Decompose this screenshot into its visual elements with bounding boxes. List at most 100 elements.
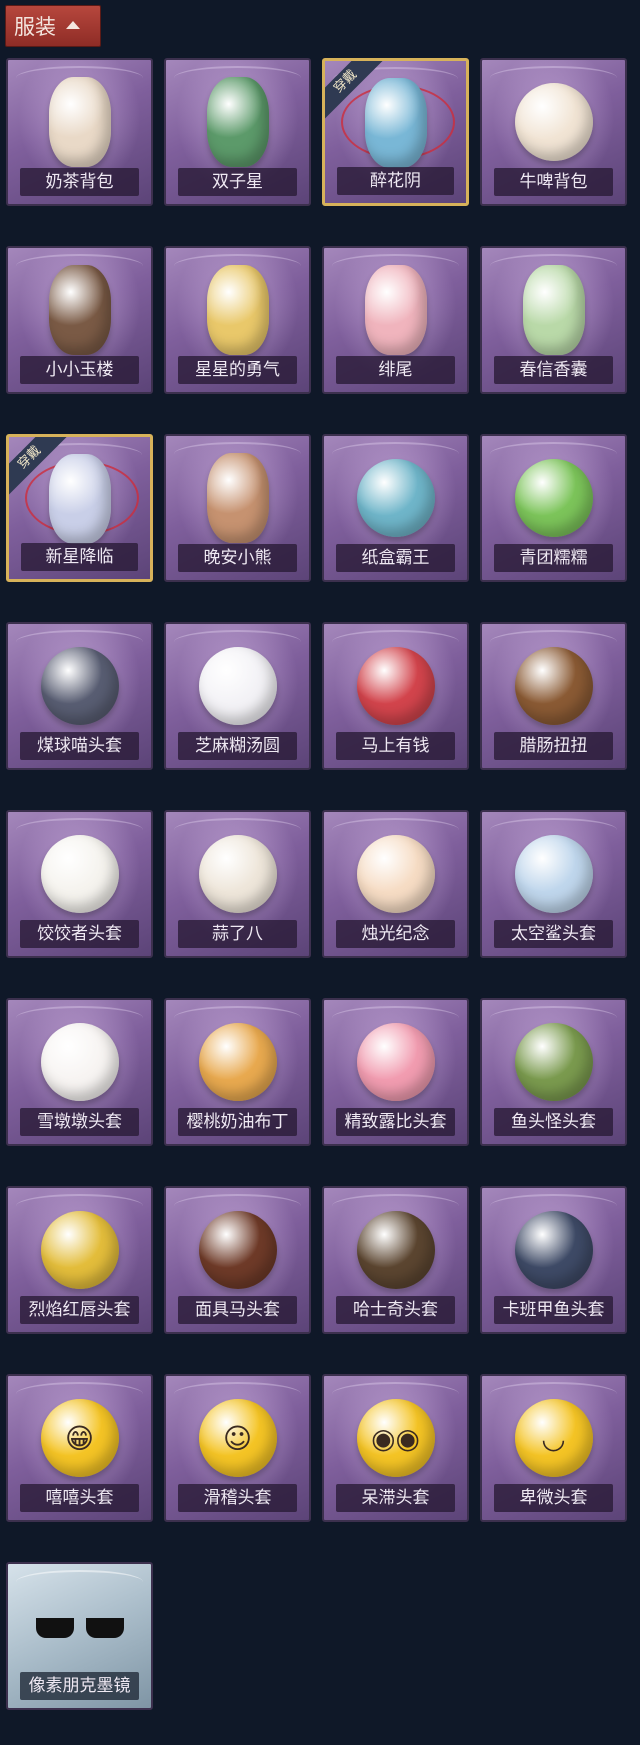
costume-name: 饺饺者头套 — [20, 920, 139, 948]
costume-card[interactable]: 烛光纪念 — [322, 810, 469, 958]
costume-name: 嘻嘻头套 — [20, 1484, 139, 1512]
humble-emoji-headgear-icon: ◡ — [514, 1399, 593, 1477]
goodnight-bear-charm-icon — [206, 453, 269, 543]
nova-arrival-charm-icon — [48, 454, 111, 544]
costume-name: 青团糯糯 — [494, 544, 613, 572]
cardboard-dino-icon — [356, 459, 435, 537]
costume-card[interactable]: 哈士奇头套 — [322, 1186, 469, 1334]
costume-card[interactable]: 面具马头套 — [164, 1186, 311, 1334]
sesame-dumpling-headgear-icon — [198, 647, 277, 725]
costume-card[interactable]: 马上有钱 — [322, 622, 469, 770]
costume-name: 哈士奇头套 — [336, 1296, 455, 1324]
star-courage-charm-icon — [206, 265, 269, 355]
funny-emoji-headgear-icon: ☺ — [198, 1399, 277, 1477]
costume-name: 纸盒霸王 — [336, 544, 455, 572]
cherry-pudding-headgear-icon — [198, 1023, 277, 1101]
costume-card[interactable]: 穿戴 醉花阴 — [322, 58, 469, 206]
costume-name: 腊肠扭扭 — [494, 732, 613, 760]
horse-mask-headgear-icon — [198, 1211, 277, 1289]
ruby-glasses-headgear-icon — [356, 1023, 435, 1101]
costume-name: 马上有钱 — [336, 732, 455, 760]
costume-card[interactable]: 像素朋克墨镜 — [6, 1562, 153, 1710]
costume-name: 牛啤背包 — [494, 168, 613, 196]
costume-card[interactable]: 纸盒霸王 — [322, 434, 469, 582]
costume-name: 雪墩墩头套 — [20, 1108, 139, 1136]
flower-dreamcatcher-icon — [364, 78, 427, 168]
costume-toggle-button[interactable]: 服装 — [5, 5, 101, 47]
costume-card[interactable]: 饺饺者头套 — [6, 810, 153, 958]
costume-card[interactable]: ◡ 卑微头套 — [480, 1374, 627, 1522]
cabanja-fish-headgear-icon — [514, 1211, 593, 1289]
costume-card[interactable]: 双子星 — [164, 58, 311, 206]
costume-card[interactable]: 春信香囊 — [480, 246, 627, 394]
costume-card[interactable]: 蒜了八 — [164, 810, 311, 958]
costume-card[interactable]: 卡班甲鱼头套 — [480, 1186, 627, 1334]
green-rice-ball-icon — [514, 459, 593, 537]
costume-name: 双子星 — [178, 168, 297, 196]
costume-card[interactable]: 雪墩墩头套 — [6, 998, 153, 1146]
husky-headgear-icon — [356, 1211, 435, 1289]
costume-card[interactable]: 芝麻糊汤圆 — [164, 622, 311, 770]
cow-beer-barrel-icon — [514, 83, 593, 161]
costume-name: 呆滞头套 — [336, 1484, 455, 1512]
costume-name: 星星的勇气 — [178, 356, 297, 384]
space-shark-headgear-icon — [514, 835, 593, 913]
costume-name: 绯尾 — [336, 356, 455, 384]
costume-card[interactable]: 牛啤背包 — [480, 58, 627, 206]
costume-name: 醉花阴 — [337, 167, 454, 195]
red-horse-headgear-icon — [356, 647, 435, 725]
coal-cat-headgear-icon — [40, 647, 119, 725]
snow-reindeer-headgear-icon — [40, 1023, 119, 1101]
costume-card[interactable]: 樱桃奶油布丁 — [164, 998, 311, 1146]
costume-card[interactable]: 穿戴 新星降临 — [6, 434, 153, 582]
spring-sachet-icon — [522, 265, 585, 355]
costume-card[interactable]: 😁 嘻嘻头套 — [6, 1374, 153, 1522]
sausage-dog-headgear-icon — [514, 647, 593, 725]
little-jade-tower-charm-icon — [48, 265, 111, 355]
costume-card[interactable]: 煤球喵头套 — [6, 622, 153, 770]
costume-name: 烈焰红唇头套 — [20, 1296, 139, 1324]
costume-name: 滑稽头套 — [178, 1484, 297, 1512]
candle-headgear-icon — [356, 835, 435, 913]
costume-name: 卑微头套 — [494, 1484, 613, 1512]
costume-name: 芝麻糊汤圆 — [178, 732, 297, 760]
costume-card[interactable]: ◉◉ 呆滞头套 — [322, 1374, 469, 1522]
costume-card[interactable]: 晚安小熊 — [164, 434, 311, 582]
costume-card[interactable]: 青团糯糯 — [480, 434, 627, 582]
fish-monster-headgear-icon — [514, 1023, 593, 1101]
costume-name: 小小玉楼 — [20, 356, 139, 384]
gemini-star-charm-icon — [206, 77, 269, 167]
costume-name: 面具马头套 — [178, 1296, 297, 1324]
costume-card[interactable]: 鱼头怪头套 — [480, 998, 627, 1146]
costume-card[interactable]: 腊肠扭扭 — [480, 622, 627, 770]
costume-name: 精致露比头套 — [336, 1108, 455, 1136]
garlic-headgear-icon — [198, 835, 277, 913]
pixel-punk-sunglasses-icon — [34, 1618, 126, 1638]
costume-name: 樱桃奶油布丁 — [178, 1108, 297, 1136]
costume-name: 烛光纪念 — [336, 920, 455, 948]
costume-name: 新星降临 — [21, 543, 138, 571]
costume-card[interactable]: 太空鲨头套 — [480, 810, 627, 958]
costume-name: 春信香囊 — [494, 356, 613, 384]
pink-fox-charm-icon — [364, 265, 427, 355]
costume-card[interactable]: ☺ 滑稽头套 — [164, 1374, 311, 1522]
costume-name: 像素朋克墨镜 — [20, 1672, 139, 1700]
costume-card[interactable]: 烈焰红唇头套 — [6, 1186, 153, 1334]
costume-name: 煤球喵头套 — [20, 732, 139, 760]
costume-card[interactable]: 绯尾 — [322, 246, 469, 394]
dumpling-headgear-icon — [40, 835, 119, 913]
costume-card[interactable]: 奶茶背包 — [6, 58, 153, 206]
costume-grid: 奶茶背包 双子星 穿戴 醉花阴 牛啤背包小小玉楼 星星的勇气 绯尾 春信香囊穿戴 新星降临 晚安小… — [6, 58, 627, 1710]
costume-card[interactable]: 小小玉楼 — [6, 246, 153, 394]
costume-name: 卡班甲鱼头套 — [494, 1296, 613, 1324]
costume-card[interactable]: 星星的勇气 — [164, 246, 311, 394]
chevron-up-icon — [66, 21, 80, 29]
costume-toggle-label: 服装 — [14, 15, 56, 39]
dazed-emoji-headgear-icon: ◉◉ — [356, 1399, 435, 1477]
grin-emoji-headgear-icon: 😁 — [40, 1399, 119, 1477]
costume-card[interactable]: 精致露比头套 — [322, 998, 469, 1146]
milk-tea-backpack-icon — [48, 77, 111, 167]
costume-name: 鱼头怪头套 — [494, 1108, 613, 1136]
costume-name: 蒜了八 — [178, 920, 297, 948]
costume-name: 晚安小熊 — [178, 544, 297, 572]
